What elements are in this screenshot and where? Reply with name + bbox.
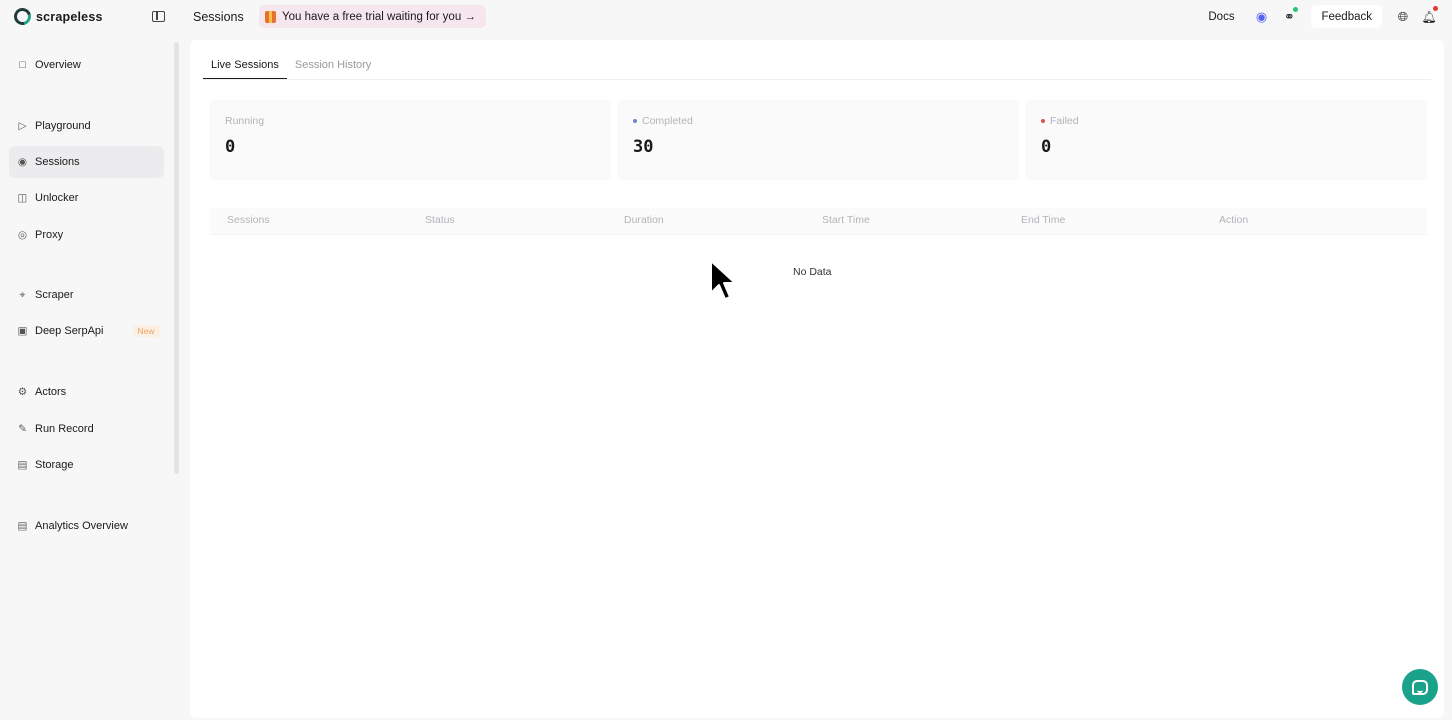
brand-name: scrapeless	[36, 9, 103, 24]
column-header-sessions: Sessions	[227, 214, 270, 226]
tab-live-sessions[interactable]: Live Sessions	[203, 50, 287, 80]
stat-card-failed: Failed 0	[1025, 100, 1427, 180]
sidebar-item-run-record[interactable]: ✎︎ Run Record	[9, 413, 164, 445]
sidebar-item-label: Playground	[35, 120, 91, 132]
storage-icon: ▤	[17, 459, 28, 471]
globe-icon: ◎	[17, 229, 28, 241]
sidebar-item-label: Sessions	[35, 156, 80, 168]
sidebar-scrollbar[interactable]	[174, 42, 179, 474]
sidebar-item-unlocker[interactable]: ◫ Unlocker	[9, 182, 164, 214]
failed-dot-icon	[1041, 119, 1045, 123]
column-header-duration: Duration	[624, 214, 664, 226]
session-tabs: Live Sessions Session History	[203, 50, 379, 80]
sidebar-item-label: Overview	[35, 59, 81, 71]
column-header-action: Action	[1219, 214, 1249, 226]
scrapeless-logo-icon	[10, 4, 35, 29]
stat-label-text: Completed	[642, 115, 693, 127]
language-globe-icon[interactable]: 🌐︎	[1390, 5, 1416, 28]
stat-label: Running	[225, 115, 264, 127]
stat-label: Failed	[1041, 115, 1079, 127]
tab-session-history[interactable]: Session History	[287, 50, 379, 80]
sidebar-item-deep-serpapi[interactable]: ▣ Deep SerpApi New	[9, 315, 164, 347]
analytics-icon: ▤	[17, 520, 28, 532]
empty-state-text: No Data	[793, 266, 832, 278]
feedback-button[interactable]: Feedback	[1311, 5, 1382, 28]
session-stats: Running 0 Completed 30 Failed 0	[209, 100, 1427, 180]
chat-icon	[1412, 679, 1428, 695]
free-trial-text: You have a free trial waiting for you →	[282, 10, 476, 23]
completed-dot-icon	[633, 119, 637, 123]
stat-value: 0	[1041, 137, 1052, 157]
table-divider	[209, 234, 1427, 235]
header-actions: Docs ◉ ⚭ Feedback 🌐︎ 🔔︎	[1201, 5, 1442, 28]
sidebar-fade-overlay	[0, 558, 178, 568]
sidebar-item-label: Analytics Overview	[35, 520, 128, 532]
lock-icon: ◫	[17, 192, 28, 204]
sidebar-item-analytics-overview[interactable]: ▤ Analytics Overview	[9, 510, 164, 542]
gift-icon	[265, 10, 276, 23]
tabs-divider	[203, 79, 1431, 80]
stat-card-running: Running 0	[209, 100, 611, 180]
sessions-icon: ◉	[17, 156, 28, 168]
stat-value: 30	[633, 137, 654, 157]
notification-bell-icon[interactable]: 🔔︎	[1416, 5, 1442, 28]
brand-logo[interactable]: scrapeless	[10, 4, 103, 29]
main-content: Live Sessions Session History Running 0 …	[190, 40, 1444, 718]
playground-icon: ▷	[18, 120, 27, 132]
sidebar-item-label: Unlocker	[35, 192, 79, 204]
sidebar-toggle-icon[interactable]	[152, 11, 165, 22]
stat-label: Completed	[633, 115, 693, 127]
sidebar-item-scraper[interactable]: ⌖ Scraper	[9, 279, 164, 311]
scraper-icon: ⌖	[19, 288, 26, 301]
sidebar-item-actors[interactable]: ⚙︎ Actors	[9, 376, 164, 408]
serp-icon: ▣	[17, 325, 28, 337]
stat-card-completed: Completed 30	[617, 100, 1019, 180]
sidebar: □ Overview ▷ Playground ◉ Sessions ◫ Unl…	[0, 40, 178, 568]
column-header-status: Status	[425, 214, 455, 226]
discord-icon[interactable]: ◉	[1247, 5, 1275, 28]
record-icon: ✎︎	[18, 423, 27, 435]
sessions-table-header: Sessions Status Duration Start Time End …	[209, 208, 1427, 234]
stat-label-text: Running	[225, 115, 265, 127]
sidebar-item-label: Scraper	[35, 289, 74, 301]
sidebar-item-label: Actors	[35, 386, 67, 398]
sidebar-item-label: Storage	[35, 459, 74, 471]
chat-support-button[interactable]	[1402, 669, 1438, 705]
sidebar-item-label: Run Record	[35, 423, 94, 435]
stat-value: 0	[225, 137, 236, 157]
sidebar-item-overview[interactable]: □ Overview	[9, 49, 164, 81]
sidebar-item-playground[interactable]: ▷ Playground	[9, 110, 164, 142]
stat-label-text: Failed	[1050, 115, 1079, 127]
free-trial-banner[interactable]: You have a free trial waiting for you →	[259, 5, 486, 28]
sidebar-item-label: Proxy	[35, 229, 64, 241]
top-bar: scrapeless Sessions You have a free tria…	[0, 0, 1452, 34]
mouse-cursor-icon	[710, 260, 736, 300]
sidebar-item-sessions[interactable]: ◉ Sessions	[9, 146, 164, 178]
gear-icon: ⚙︎	[17, 386, 28, 398]
monitor-icon: □	[19, 59, 26, 71]
docs-link[interactable]: Docs	[1201, 5, 1241, 28]
sidebar-item-storage[interactable]: ▤ Storage	[9, 449, 164, 481]
sidebar-item-label: Deep SerpApi	[35, 325, 104, 337]
sidebar-item-proxy[interactable]: ◎ Proxy	[9, 219, 164, 251]
new-badge: New	[132, 325, 160, 337]
column-header-end-time: End Time	[1021, 214, 1066, 226]
support-headset-icon[interactable]: ⚭	[1275, 5, 1303, 28]
page-title: Sessions	[193, 10, 244, 24]
column-header-start-time: Start Time	[822, 214, 870, 226]
